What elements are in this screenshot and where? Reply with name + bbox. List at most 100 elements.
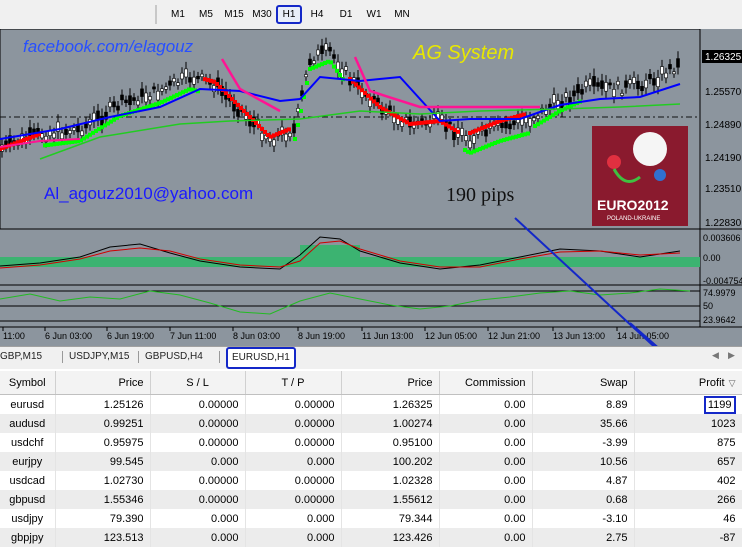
candle-body	[168, 80, 172, 86]
time-label: 12 Jun 05:00	[425, 331, 477, 341]
timeframe-button-w1[interactable]: W1	[361, 5, 387, 24]
candle-body	[636, 80, 640, 90]
col-swap[interactable]: Swap	[532, 371, 635, 395]
candle-body	[368, 99, 372, 107]
time-label: 8 Jun 19:00	[298, 331, 345, 341]
email-text: Al_agouz2010@yahoo.com	[44, 184, 253, 203]
bull-dot	[293, 137, 297, 141]
candle-body	[512, 120, 516, 126]
candle-body	[588, 78, 592, 86]
signal-line	[220, 58, 281, 113]
chart-tab[interactable]: USDJPY,M15	[69, 349, 129, 365]
time-label: 7 Jun 11:00	[170, 331, 216, 341]
cell-commission: 0.00	[439, 414, 533, 433]
tab-divider	[62, 351, 63, 363]
cell-sl: 0.000	[150, 509, 246, 528]
timeframe-button-m1[interactable]: M1	[165, 5, 191, 24]
table-row[interactable]: usdcad 1.02730 0.00000 0.00000 1.02328 0.00 4.…	[0, 471, 742, 490]
col-profit[interactable]: Profit ▽	[634, 371, 742, 395]
indicator1-label: 0.00	[703, 253, 721, 263]
cell-profit: 875	[634, 433, 742, 452]
euro-logo-text: EURO2012	[597, 197, 669, 213]
indicator2-label: 74.9979	[703, 288, 736, 298]
cell-tp: 0.000	[245, 452, 342, 471]
candle-body	[600, 80, 604, 89]
candle-body	[640, 86, 644, 92]
timeframe-button-m5[interactable]: M5	[193, 5, 219, 24]
bear-dot	[522, 112, 526, 117]
candle-body	[472, 135, 476, 144]
cell-swap: 10.56	[532, 452, 635, 471]
chart-tab[interactable]: GBPUSD,H4	[145, 349, 203, 365]
chart-canvas[interactable]: 1.26325 1.25570 1.24890 1.24190 1.23510 1.228…	[0, 29, 742, 346]
football-icon	[633, 132, 667, 166]
table-row[interactable]: eurjpy 99.545 0.000 0.000 100.202 0.00 10.56 65…	[0, 452, 742, 471]
cell-commission: 0.00	[439, 528, 533, 547]
candle-body	[648, 73, 652, 80]
timeframe-button-d1[interactable]: D1	[333, 5, 359, 24]
col-stop-loss[interactable]: S / L	[150, 371, 246, 395]
table-row[interactable]: gbpjpy 123.513 0.000 0.000 123.426 0.00 2.75 -8…	[0, 528, 742, 547]
candle-body	[288, 132, 292, 137]
candle-body	[468, 140, 472, 149]
candle-body	[604, 82, 608, 92]
candle-body	[528, 118, 532, 127]
tab-scroll-left-icon[interactable]: ◀	[712, 350, 719, 361]
table-row[interactable]: usdjpy 79.390 0.000 0.000 79.344 0.00 -3.10 46	[0, 509, 742, 528]
candle-body	[596, 82, 600, 87]
col-current-price[interactable]: Price	[341, 371, 440, 395]
cell-commission: 0.00	[439, 452, 533, 471]
table-row[interactable]: gbpusd 1.55346 0.00000 0.00000 1.55612 0.00 0.…	[0, 490, 742, 509]
timeframe-button-h4[interactable]: H4	[304, 5, 330, 24]
col-symbol[interactable]: Symbol	[0, 371, 56, 395]
trade-table: Symbol Price S / L T / P Price Commissio…	[0, 371, 742, 547]
cell-sl: 0.00000	[150, 394, 246, 414]
cell-symbol: eurusd	[0, 394, 56, 414]
candle-body	[564, 92, 568, 98]
indicator1-label: 0.003606	[703, 233, 741, 243]
candle-body	[132, 97, 136, 101]
candle-body	[64, 129, 68, 135]
candle-body	[668, 64, 672, 70]
candle-body	[152, 86, 156, 90]
candle-body	[80, 130, 84, 136]
flower-icon	[607, 155, 621, 169]
candle-body	[620, 93, 624, 96]
table-row[interactable]: audusd 0.99251 0.00000 0.00000 1.00274 0.00 35…	[0, 414, 742, 433]
candle-body	[460, 128, 464, 136]
timeframe-button-h1[interactable]: H1	[276, 5, 302, 24]
cell-swap: -3.10	[532, 509, 635, 528]
candle-body	[616, 81, 620, 86]
cell-price2: 1.55612	[341, 490, 440, 509]
chart-tab[interactable]: EURUSD,H1	[226, 347, 296, 369]
candle-body	[68, 130, 72, 134]
bull-dot	[329, 60, 333, 65]
timeframe-button-m15[interactable]: M15	[221, 5, 247, 24]
candle-body	[212, 85, 216, 93]
timeframe-button-m30[interactable]: M30	[249, 5, 275, 24]
candle-body	[236, 109, 240, 117]
timeframe-button-mn[interactable]: MN	[389, 5, 415, 24]
indicator1-label: -0.004754	[703, 276, 742, 286]
candle-body	[320, 45, 324, 54]
col-commission[interactable]: Commission	[439, 371, 533, 395]
cell-price2: 0.95100	[341, 433, 440, 452]
indicator2-label: 23.9642	[703, 315, 736, 325]
table-row[interactable]: usdchf 0.95975 0.00000 0.00000 0.95100 0.00 -3…	[0, 433, 742, 452]
candle-body	[484, 129, 488, 137]
cell-price: 0.95975	[55, 433, 151, 452]
cell-symbol: usdcad	[0, 471, 56, 490]
price-chart[interactable]: 1.26325 1.25570 1.24890 1.24190 1.23510 1.228…	[0, 29, 742, 346]
price-label: 1.24890	[705, 120, 742, 131]
col-profit-label: Profit	[698, 376, 725, 389]
candle-body	[672, 71, 676, 75]
col-price[interactable]: Price	[55, 371, 151, 395]
table-row[interactable]: eurusd 1.25126 0.00000 0.00000 1.26325 0.00 8.…	[0, 394, 742, 414]
candle-body	[192, 76, 196, 85]
candle-body	[652, 78, 656, 86]
tab-scroll-right-icon[interactable]: ▶	[728, 350, 735, 361]
cell-symbol: gbpusd	[0, 490, 56, 509]
col-take-profit[interactable]: T / P	[245, 371, 342, 395]
chart-tab[interactable]: GBP,M15	[0, 349, 42, 365]
candle-body	[108, 101, 112, 108]
